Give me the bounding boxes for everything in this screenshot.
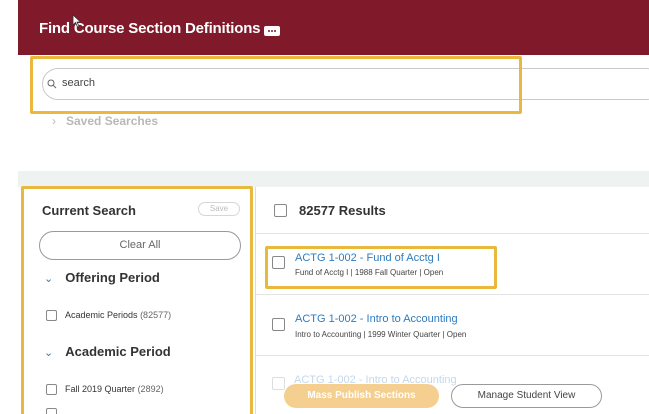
row-divider <box>256 355 649 356</box>
result-link[interactable]: ACTG 1-002 - Intro to Accounting <box>295 313 458 325</box>
search-highlight-box <box>30 56 522 114</box>
facet-panel-highlight-box <box>21 186 253 414</box>
result-highlight-box <box>265 246 497 289</box>
saved-searches-toggle[interactable]: › Saved Searches <box>52 114 158 128</box>
results-count: 82577 Results <box>299 203 386 218</box>
row-divider <box>256 294 649 295</box>
row-checkbox[interactable] <box>272 377 285 390</box>
row-divider <box>256 233 649 234</box>
mass-publish-sections-button[interactable]: Mass Publish Sections <box>284 384 439 408</box>
more-options-icon[interactable] <box>264 26 280 36</box>
page: Find Course Section Definitions search ›… <box>0 0 649 414</box>
select-all-checkbox[interactable] <box>274 204 287 217</box>
mouse-cursor-icon <box>72 14 82 28</box>
section-band <box>18 171 649 187</box>
result-subtitle: Intro to Accounting | 1999 Winter Quarte… <box>295 330 467 339</box>
chevron-right-icon: › <box>52 114 56 128</box>
page-header: Find Course Section Definitions <box>18 0 649 55</box>
manage-student-view-button[interactable]: Manage Student View <box>451 384 602 408</box>
saved-searches-label: Saved Searches <box>66 114 159 128</box>
row-checkbox[interactable] <box>272 318 285 331</box>
panel-divider <box>255 187 256 414</box>
